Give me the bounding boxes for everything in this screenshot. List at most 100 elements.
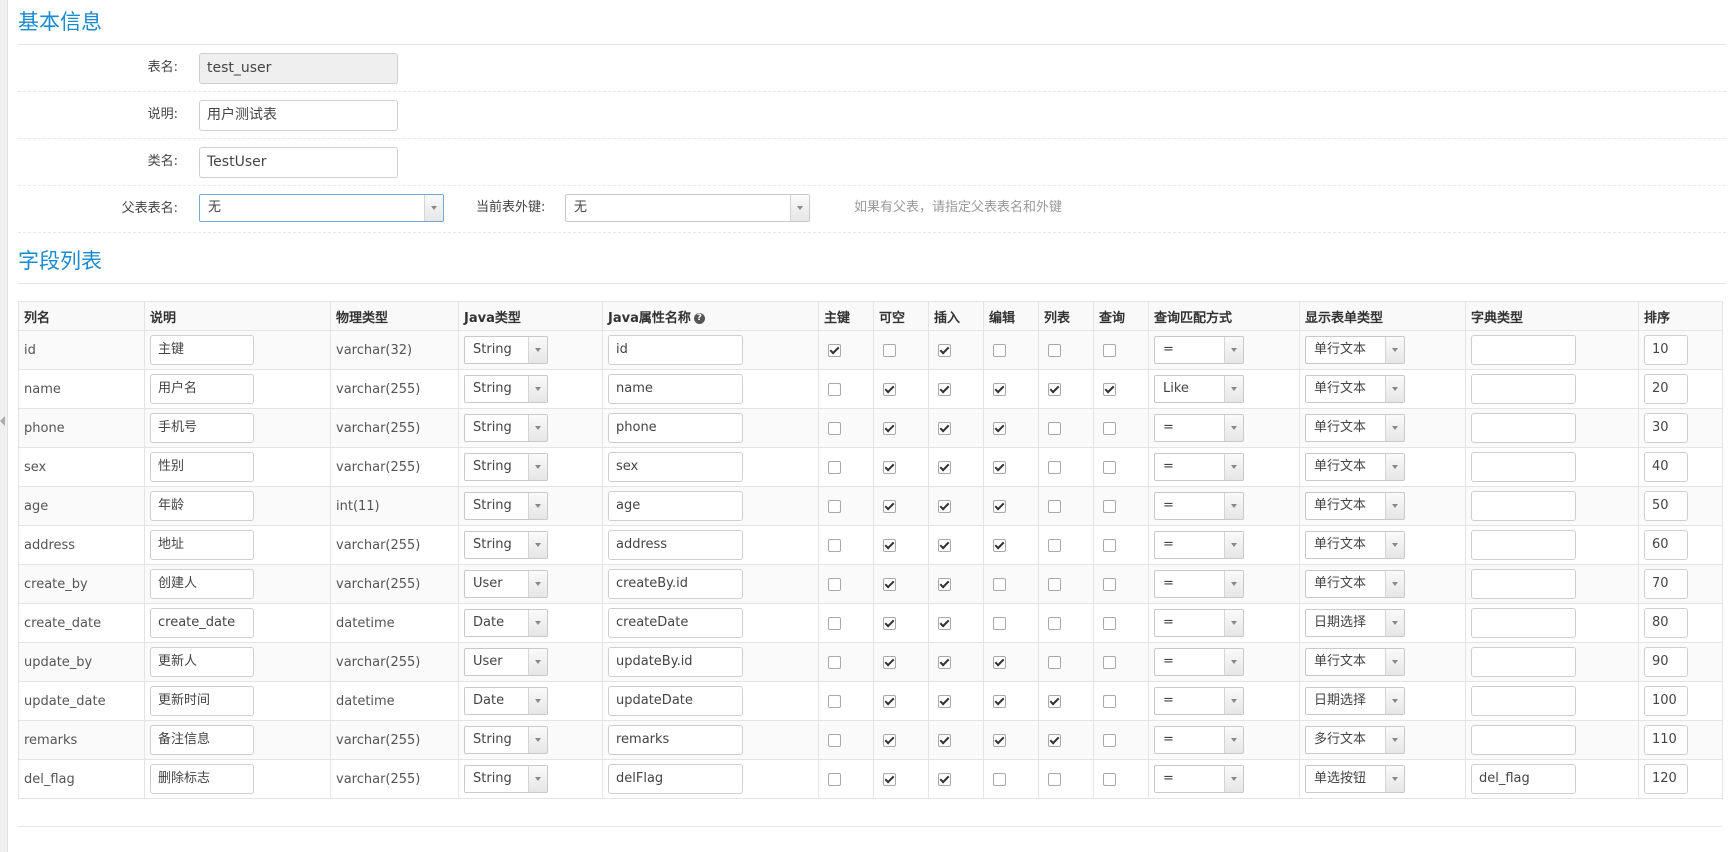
list-checkbox[interactable]	[1048, 499, 1061, 513]
comment-input[interactable]: 用户名	[150, 374, 254, 404]
java-type-select[interactable]: String	[464, 453, 548, 481]
sort-input[interactable]: 40	[1644, 452, 1688, 482]
pk-checkbox[interactable]	[828, 655, 841, 669]
query-type-select[interactable]: =	[1154, 570, 1244, 598]
sort-input[interactable]: 70	[1644, 569, 1688, 599]
edit-checkbox[interactable]	[993, 577, 1006, 591]
dict-type-input[interactable]	[1471, 530, 1576, 560]
java-field-input[interactable]: delFlag	[608, 764, 743, 794]
query-type-select[interactable]: =	[1154, 726, 1244, 754]
query-checkbox[interactable]	[1103, 343, 1116, 357]
comment-input[interactable]: create_date	[150, 608, 254, 638]
insert-checkbox[interactable]	[938, 694, 951, 708]
chevron-down-icon[interactable]	[1385, 649, 1404, 675]
sort-input[interactable]: 50	[1644, 491, 1688, 521]
java-type-select[interactable]: String	[464, 531, 548, 559]
dict-type-input[interactable]	[1471, 608, 1576, 638]
chevron-down-icon[interactable]	[1385, 610, 1404, 636]
chevron-down-icon[interactable]	[1224, 532, 1243, 558]
comment-input[interactable]: 手机号	[150, 413, 254, 443]
java-type-select[interactable]: User	[464, 648, 548, 676]
insert-checkbox[interactable]	[938, 343, 951, 357]
sidebar-collapse-strip[interactable]	[0, 0, 8, 852]
comment-input[interactable]: 地址	[150, 530, 254, 560]
pk-checkbox[interactable]	[828, 343, 841, 357]
chevron-down-icon[interactable]	[1385, 337, 1404, 363]
insert-checkbox[interactable]	[938, 499, 951, 513]
collapse-arrow-icon[interactable]	[0, 416, 5, 426]
comment-input[interactable]: 删除标志	[150, 764, 254, 794]
chevron-down-icon[interactable]	[528, 454, 547, 480]
query-checkbox[interactable]	[1103, 616, 1116, 630]
dict-type-input[interactable]	[1471, 374, 1576, 404]
nullable-checkbox[interactable]	[883, 772, 896, 786]
edit-checkbox[interactable]	[993, 499, 1006, 513]
insert-checkbox[interactable]	[938, 460, 951, 474]
pk-checkbox[interactable]	[828, 460, 841, 474]
comment-input[interactable]: 备注信息	[150, 725, 254, 755]
list-checkbox[interactable]	[1048, 460, 1061, 474]
chevron-down-icon[interactable]	[528, 376, 547, 402]
insert-checkbox[interactable]	[938, 733, 951, 747]
chevron-down-icon[interactable]	[424, 195, 443, 221]
comment-input[interactable]: 性别	[150, 452, 254, 482]
chevron-down-icon[interactable]	[528, 610, 547, 636]
java-type-select[interactable]: String	[464, 726, 548, 754]
chevron-down-icon[interactable]	[790, 195, 809, 221]
edit-checkbox[interactable]	[993, 538, 1006, 552]
nullable-checkbox[interactable]	[883, 382, 896, 396]
dict-type-input[interactable]: del_flag	[1471, 764, 1576, 794]
list-checkbox[interactable]	[1048, 733, 1061, 747]
query-type-select[interactable]: =	[1154, 453, 1244, 481]
java-field-input[interactable]: updateDate	[608, 686, 743, 716]
edit-checkbox[interactable]	[993, 772, 1006, 786]
chevron-down-icon[interactable]	[1224, 688, 1243, 714]
list-checkbox[interactable]	[1048, 772, 1061, 786]
dict-type-input[interactable]	[1471, 491, 1576, 521]
nullable-checkbox[interactable]	[883, 499, 896, 513]
show-type-select[interactable]: 单行文本	[1305, 570, 1405, 598]
chevron-down-icon[interactable]	[528, 766, 547, 792]
query-type-select[interactable]: =	[1154, 609, 1244, 637]
java-field-input[interactable]: createBy.id	[608, 569, 743, 599]
edit-checkbox[interactable]	[993, 421, 1006, 435]
chevron-down-icon[interactable]	[1385, 532, 1404, 558]
query-checkbox[interactable]	[1103, 655, 1116, 669]
query-checkbox[interactable]	[1103, 460, 1116, 474]
nullable-checkbox[interactable]	[883, 616, 896, 630]
java-field-input[interactable]: age	[608, 491, 743, 521]
insert-checkbox[interactable]	[938, 421, 951, 435]
dict-type-input[interactable]	[1471, 647, 1576, 677]
chevron-down-icon[interactable]	[1385, 688, 1404, 714]
chevron-down-icon[interactable]	[1224, 493, 1243, 519]
nullable-checkbox[interactable]	[883, 694, 896, 708]
edit-checkbox[interactable]	[993, 733, 1006, 747]
class-name-input[interactable]: TestUser	[199, 147, 398, 178]
table-name-input[interactable]: test_user	[199, 53, 398, 84]
insert-checkbox[interactable]	[938, 538, 951, 552]
nullable-checkbox[interactable]	[883, 577, 896, 591]
sort-input[interactable]: 120	[1644, 764, 1688, 794]
list-checkbox[interactable]	[1048, 421, 1061, 435]
pk-checkbox[interactable]	[828, 382, 841, 396]
java-field-input[interactable]: id	[608, 335, 743, 365]
query-checkbox[interactable]	[1103, 499, 1116, 513]
query-type-select[interactable]: =	[1154, 531, 1244, 559]
show-type-select[interactable]: 单行文本	[1305, 648, 1405, 676]
query-checkbox[interactable]	[1103, 694, 1116, 708]
chevron-down-icon[interactable]	[1224, 610, 1243, 636]
comment-input[interactable]: 用户测试表	[199, 100, 398, 131]
query-type-select[interactable]: Like	[1154, 375, 1244, 403]
dict-type-input[interactable]	[1471, 413, 1576, 443]
chevron-down-icon[interactable]	[528, 571, 547, 597]
sort-input[interactable]: 110	[1644, 725, 1688, 755]
pk-checkbox[interactable]	[828, 616, 841, 630]
query-checkbox[interactable]	[1103, 421, 1116, 435]
chevron-down-icon[interactable]	[1385, 766, 1404, 792]
query-checkbox[interactable]	[1103, 577, 1116, 591]
chevron-down-icon[interactable]	[528, 493, 547, 519]
parent-table-select[interactable]: 无	[199, 194, 444, 222]
insert-checkbox[interactable]	[938, 772, 951, 786]
chevron-down-icon[interactable]	[528, 727, 547, 753]
comment-input[interactable]: 创建人	[150, 569, 254, 599]
